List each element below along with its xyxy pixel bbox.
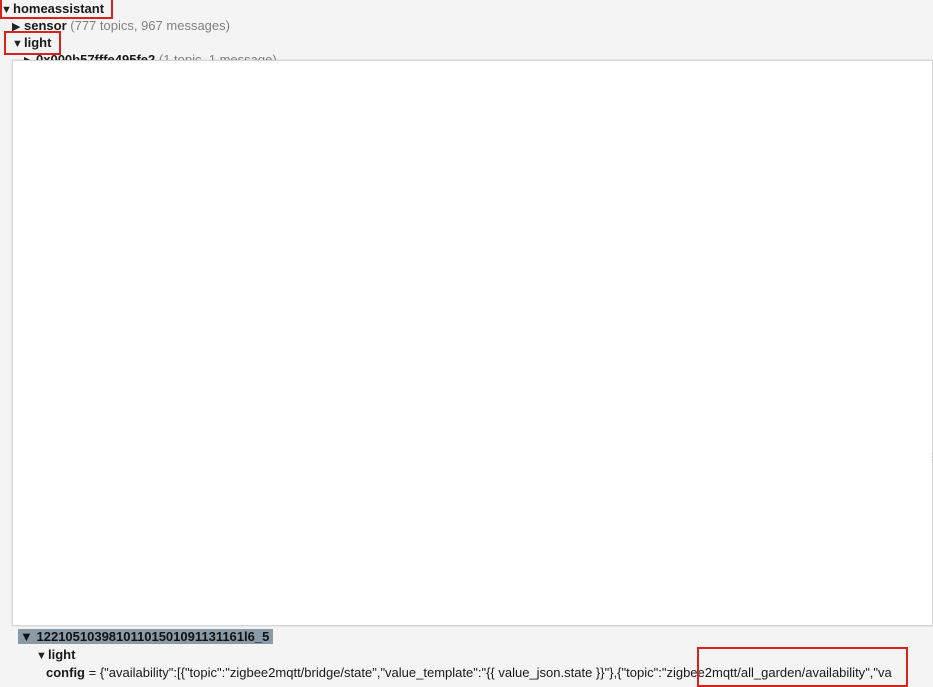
tree-node-child-light[interactable]: ▼light xyxy=(36,646,75,665)
highlight-box-light xyxy=(4,31,61,55)
overlay-panel xyxy=(12,60,933,626)
node-label: 12210510398101101501091131161l6_5 xyxy=(36,629,270,644)
config-equals: = xyxy=(85,665,100,680)
node-label: light xyxy=(48,647,76,662)
config-key: config xyxy=(46,665,85,680)
highlight-box-homeassistant xyxy=(0,0,113,19)
expand-arrow-icon[interactable]: ▼ xyxy=(36,648,48,665)
config-value-start: {"availability":[{"topic":"zigbee2mqtt/b… xyxy=(99,665,667,680)
scroll-indicator-icon: ⋮ xyxy=(928,452,933,463)
highlight-box-availability xyxy=(697,647,908,687)
tree-node-selected[interactable]: ▼ 12210510398101101501091131161l6_5 xyxy=(18,629,274,644)
expand-arrow-icon[interactable]: ▼ xyxy=(20,629,33,644)
node-meta: (777 topics, 967 messages) xyxy=(70,18,230,33)
